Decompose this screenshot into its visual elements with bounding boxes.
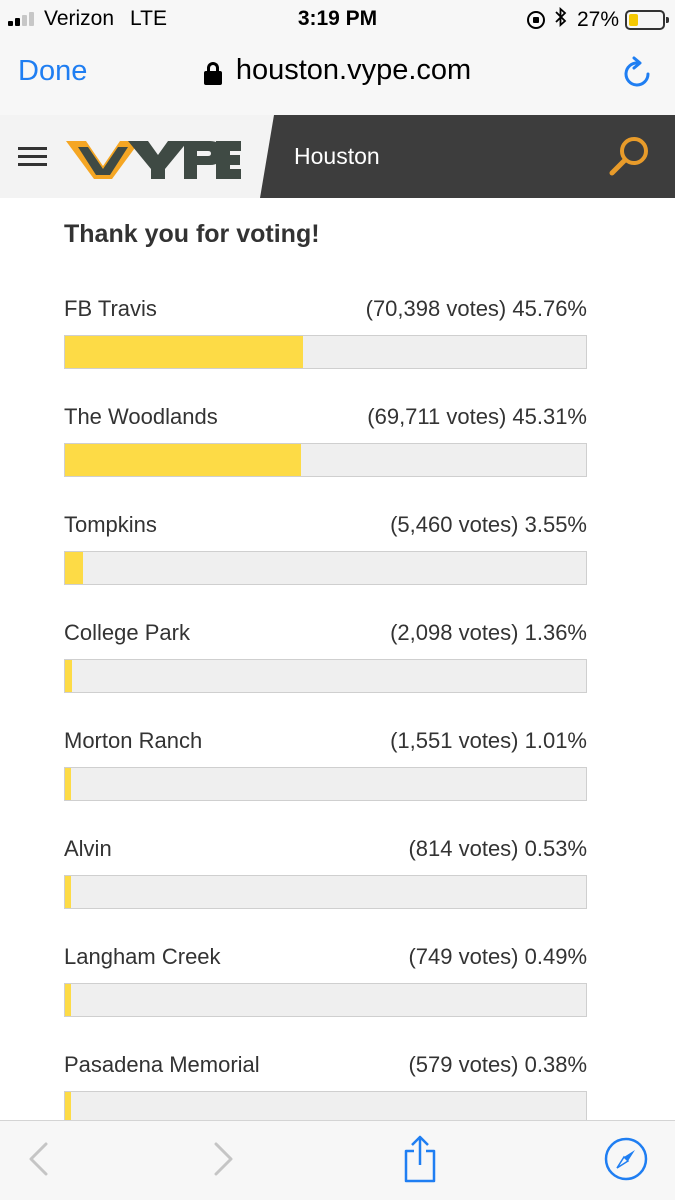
poll-row: Morton Ranch (1,551 votes) 1.01%: [64, 728, 587, 818]
poll-bar-fill: [65, 984, 71, 1016]
poll-option-votes: (579 votes) 0.38%: [408, 1052, 587, 1077]
vype-logo[interactable]: [66, 135, 241, 179]
poll-bar-track: [64, 875, 587, 909]
poll-option-name: FB Travis: [64, 296, 157, 321]
city-panel: Houston: [260, 115, 675, 198]
poll-option-name: Alvin: [64, 836, 112, 861]
poll-bar-fill: [65, 768, 71, 800]
poll-bar-fill: [65, 660, 73, 692]
browser-bar: Done houston.vype.com: [0, 38, 675, 115]
address-bar[interactable]: houston.vype.com: [0, 54, 675, 87]
rotation-lock-icon: [526, 10, 545, 29]
status-bar: Verizon LTE 3:19 PM 27%: [0, 0, 675, 38]
poll-option-votes: (749 votes) 0.49%: [408, 944, 587, 969]
poll-option-name: Langham Creek: [64, 944, 221, 969]
compass-icon[interactable]: [602, 1135, 650, 1183]
poll-bar-fill: [65, 444, 302, 476]
bottom-toolbar: [0, 1120, 675, 1200]
poll-option-votes: (1,551 votes) 1.01%: [390, 728, 587, 753]
poll-row: FB Travis (70,398 votes) 45.76%: [64, 296, 587, 386]
poll-bar-fill: [65, 336, 304, 368]
back-icon[interactable]: [14, 1135, 62, 1183]
poll-option-name: College Park: [64, 620, 190, 645]
poll-bar-fill: [65, 552, 84, 584]
poll-bar-fill: [65, 876, 71, 908]
poll-row: Langham Creek (749 votes) 0.49%: [64, 944, 587, 1034]
site-header: Houston: [0, 115, 675, 198]
poll-option-name: Pasadena Memorial: [64, 1052, 260, 1077]
menu-icon[interactable]: [18, 147, 47, 167]
poll-bar-track: [64, 767, 587, 801]
poll-option-name: Tompkins: [64, 512, 157, 537]
search-icon[interactable]: [609, 135, 651, 177]
poll-bar-track: [64, 659, 587, 693]
reload-icon[interactable]: [621, 56, 655, 90]
poll-row: Alvin (814 votes) 0.53%: [64, 836, 587, 926]
poll-option-votes: (5,460 votes) 3.55%: [390, 512, 587, 537]
poll-bar-track: [64, 551, 587, 585]
poll-bar-track: [64, 983, 587, 1017]
city-name[interactable]: Houston: [294, 143, 380, 170]
poll-option-name: The Woodlands: [64, 404, 218, 429]
poll-option-name: Morton Ranch: [64, 728, 203, 753]
battery-fill: [629, 13, 638, 26]
url-text: houston.vype.com: [235, 54, 472, 86]
poll-row: Tompkins (5,460 votes) 3.55%: [64, 512, 587, 602]
poll-row: The Woodlands (69,711 votes) 45.31%: [64, 404, 587, 494]
share-icon[interactable]: [396, 1135, 444, 1183]
forward-icon[interactable]: [200, 1135, 248, 1183]
status-right: 27%: [526, 6, 669, 32]
battery-percent: 27%: [576, 7, 619, 31]
poll-bar-track: [64, 335, 587, 369]
poll-option-votes: (70,398 votes) 45.76%: [365, 296, 587, 321]
battery-icon: [625, 9, 669, 30]
poll-title: Thank you for voting!: [64, 220, 320, 248]
poll-bar-track: [64, 443, 587, 477]
poll-row: College Park (2,098 votes) 1.36%: [64, 620, 587, 710]
poll-option-votes: (814 votes) 0.53%: [408, 836, 587, 861]
poll-option-votes: (2,098 votes) 1.36%: [390, 620, 587, 645]
bluetooth-icon: [555, 6, 567, 32]
lock-icon: [203, 61, 222, 85]
poll-option-votes: (69,711 votes) 45.31%: [367, 404, 587, 429]
